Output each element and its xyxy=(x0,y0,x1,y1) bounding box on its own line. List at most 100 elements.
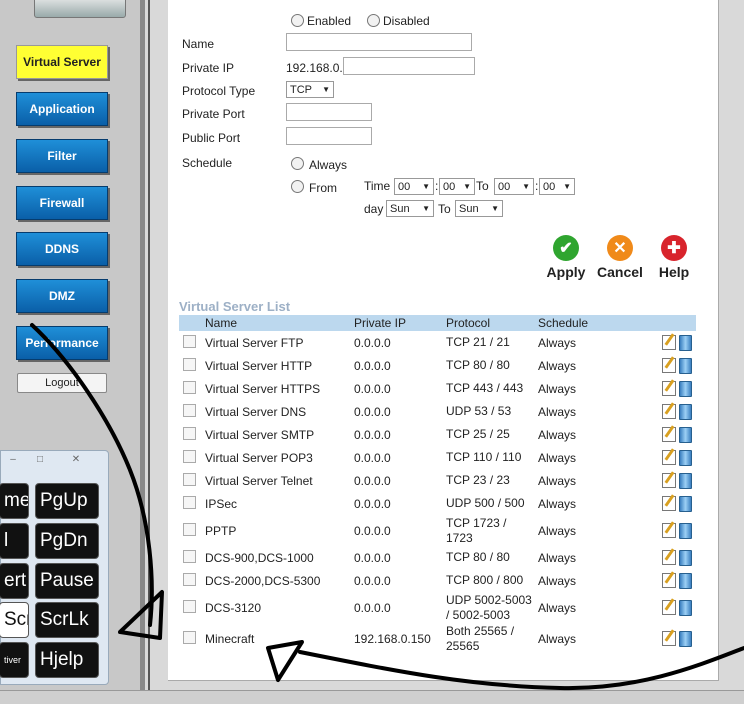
nav-ddns-button[interactable]: DDNS xyxy=(16,232,108,266)
private-port-input[interactable] xyxy=(286,103,372,121)
row-actions xyxy=(658,400,696,423)
protocol-column-header: Protocol xyxy=(442,315,534,331)
key-ert[interactable]: ert xyxy=(0,563,29,599)
trash-icon[interactable] xyxy=(679,572,692,589)
row-checkbox[interactable] xyxy=(183,449,196,463)
row-checkbox[interactable] xyxy=(183,630,196,644)
logout-button[interactable]: Logout xyxy=(17,373,107,393)
trash-icon[interactable] xyxy=(679,357,692,374)
minimize-icon[interactable]: – xyxy=(4,454,22,466)
day-to-select[interactable]: Sun ▼ xyxy=(455,200,503,217)
row-checkbox[interactable] xyxy=(183,472,196,486)
key-hjelp[interactable]: Hjelp xyxy=(35,642,99,678)
always-radio[interactable] xyxy=(291,157,304,170)
row-checkbox[interactable] xyxy=(183,380,196,394)
close-icon[interactable]: ✕ xyxy=(67,454,85,466)
key-me[interactable]: me xyxy=(0,483,29,519)
edit-icon[interactable] xyxy=(662,496,676,511)
row-protocol: TCP 21 / 21 xyxy=(446,335,510,349)
chevron-down-icon: ▼ xyxy=(322,85,330,94)
private-ip-input[interactable] xyxy=(343,57,475,75)
nav-filter-button[interactable]: Filter xyxy=(16,139,108,173)
help-label: Help xyxy=(658,264,690,280)
row-name: Virtual Server HTTPS xyxy=(205,381,321,396)
edit-icon[interactable] xyxy=(662,335,676,350)
apply-button[interactable]: ✔ Apply xyxy=(541,235,591,280)
row-checkbox[interactable] xyxy=(183,495,196,509)
edit-icon[interactable] xyxy=(662,550,676,565)
schedule-column-header: Schedule xyxy=(534,315,658,331)
maximize-icon[interactable]: □ xyxy=(31,454,49,466)
row-checkbox[interactable] xyxy=(183,599,196,613)
edit-icon[interactable] xyxy=(662,450,676,465)
nav-firewall-button[interactable]: Firewall xyxy=(16,186,108,220)
key-l[interactable]: l xyxy=(0,523,29,559)
time-to-hour-select[interactable]: 00 ▼ xyxy=(494,178,534,195)
row-checkbox[interactable] xyxy=(183,572,196,586)
trash-icon[interactable] xyxy=(679,472,692,489)
edit-icon[interactable] xyxy=(662,600,676,615)
row-name: DCS-2000,DCS-5300 xyxy=(205,573,321,588)
edit-icon[interactable] xyxy=(662,631,676,646)
help-button[interactable]: ✚ Help xyxy=(649,235,699,280)
disabled-radio[interactable] xyxy=(367,14,380,27)
row-checkbox[interactable] xyxy=(183,403,196,417)
key-scrlk[interactable]: ScrLk xyxy=(35,602,99,638)
time-to-min-select[interactable]: 00 ▼ xyxy=(539,178,575,195)
from-label: From xyxy=(309,181,337,195)
private-ip-column-header: Private IP xyxy=(350,315,442,331)
key-pgup[interactable]: PgUp xyxy=(35,483,99,519)
trash-icon[interactable] xyxy=(679,380,692,397)
row-checkbox[interactable] xyxy=(183,426,196,440)
router-device-image xyxy=(34,0,126,18)
edit-icon[interactable] xyxy=(662,573,676,588)
trash-icon[interactable] xyxy=(679,599,692,616)
time-from-min-select[interactable]: 00 ▼ xyxy=(439,178,475,195)
row-checkbox[interactable] xyxy=(183,549,196,563)
nav-dmz-button[interactable]: DMZ xyxy=(16,279,108,313)
edit-icon[interactable] xyxy=(662,404,676,419)
nav-application-button[interactable]: Application xyxy=(16,92,108,126)
edit-icon[interactable] xyxy=(662,381,676,396)
public-port-input[interactable] xyxy=(286,127,372,145)
row-checkbox-cell xyxy=(179,354,201,377)
key-scn[interactable]: Scn xyxy=(0,602,29,638)
chevron-down-icon: ▼ xyxy=(491,204,499,213)
enabled-radio[interactable] xyxy=(291,14,304,27)
edit-icon[interactable] xyxy=(662,523,676,538)
trash-icon[interactable] xyxy=(679,403,692,420)
key-pgdn[interactable]: PgDn xyxy=(35,523,99,559)
nav-virtual-server-button[interactable]: Virtual Server xyxy=(16,45,108,79)
trash-icon[interactable] xyxy=(679,522,692,539)
name-input[interactable] xyxy=(286,33,472,51)
time-from-hour-select[interactable]: 00 ▼ xyxy=(394,178,434,195)
trash-icon[interactable] xyxy=(679,495,692,512)
row-checkbox[interactable] xyxy=(183,522,196,536)
edit-icon[interactable] xyxy=(662,473,676,488)
row-actions xyxy=(658,592,696,623)
table-row: DCS-3120 0.0.0.0 UDP 5002-5003 / 5002-5003… xyxy=(179,592,696,623)
edit-icon[interactable] xyxy=(662,427,676,442)
trash-icon[interactable] xyxy=(679,630,692,647)
trash-icon[interactable] xyxy=(679,549,692,566)
trash-icon[interactable] xyxy=(679,334,692,351)
from-radio[interactable] xyxy=(291,180,304,193)
cancel-label: Cancel xyxy=(597,264,643,280)
trash-icon[interactable] xyxy=(679,426,692,443)
row-checkbox[interactable] xyxy=(183,357,196,371)
row-checkbox[interactable] xyxy=(183,334,196,348)
row-checkbox-cell xyxy=(179,446,201,469)
key-tiver[interactable]: tiver xyxy=(0,642,29,678)
row-name: IPSec xyxy=(205,496,238,511)
day-from-select[interactable]: Sun ▼ xyxy=(386,200,434,217)
row-private-ip: 0.0.0.0 xyxy=(354,381,391,396)
cancel-button[interactable]: ✕ Cancel xyxy=(595,235,645,280)
nav-performance-button[interactable]: Performance xyxy=(16,326,108,360)
edit-icon[interactable] xyxy=(662,358,676,373)
protocol-select[interactable]: TCP ▼ xyxy=(286,81,334,98)
trash-icon[interactable] xyxy=(679,449,692,466)
plus-icon: ✚ xyxy=(661,235,687,261)
key-pause[interactable]: Pause xyxy=(35,563,99,599)
row-schedule: Always xyxy=(538,404,577,419)
table-row: Minecraft 192.168.0.150 Both 25565 / 25565… xyxy=(179,623,696,654)
